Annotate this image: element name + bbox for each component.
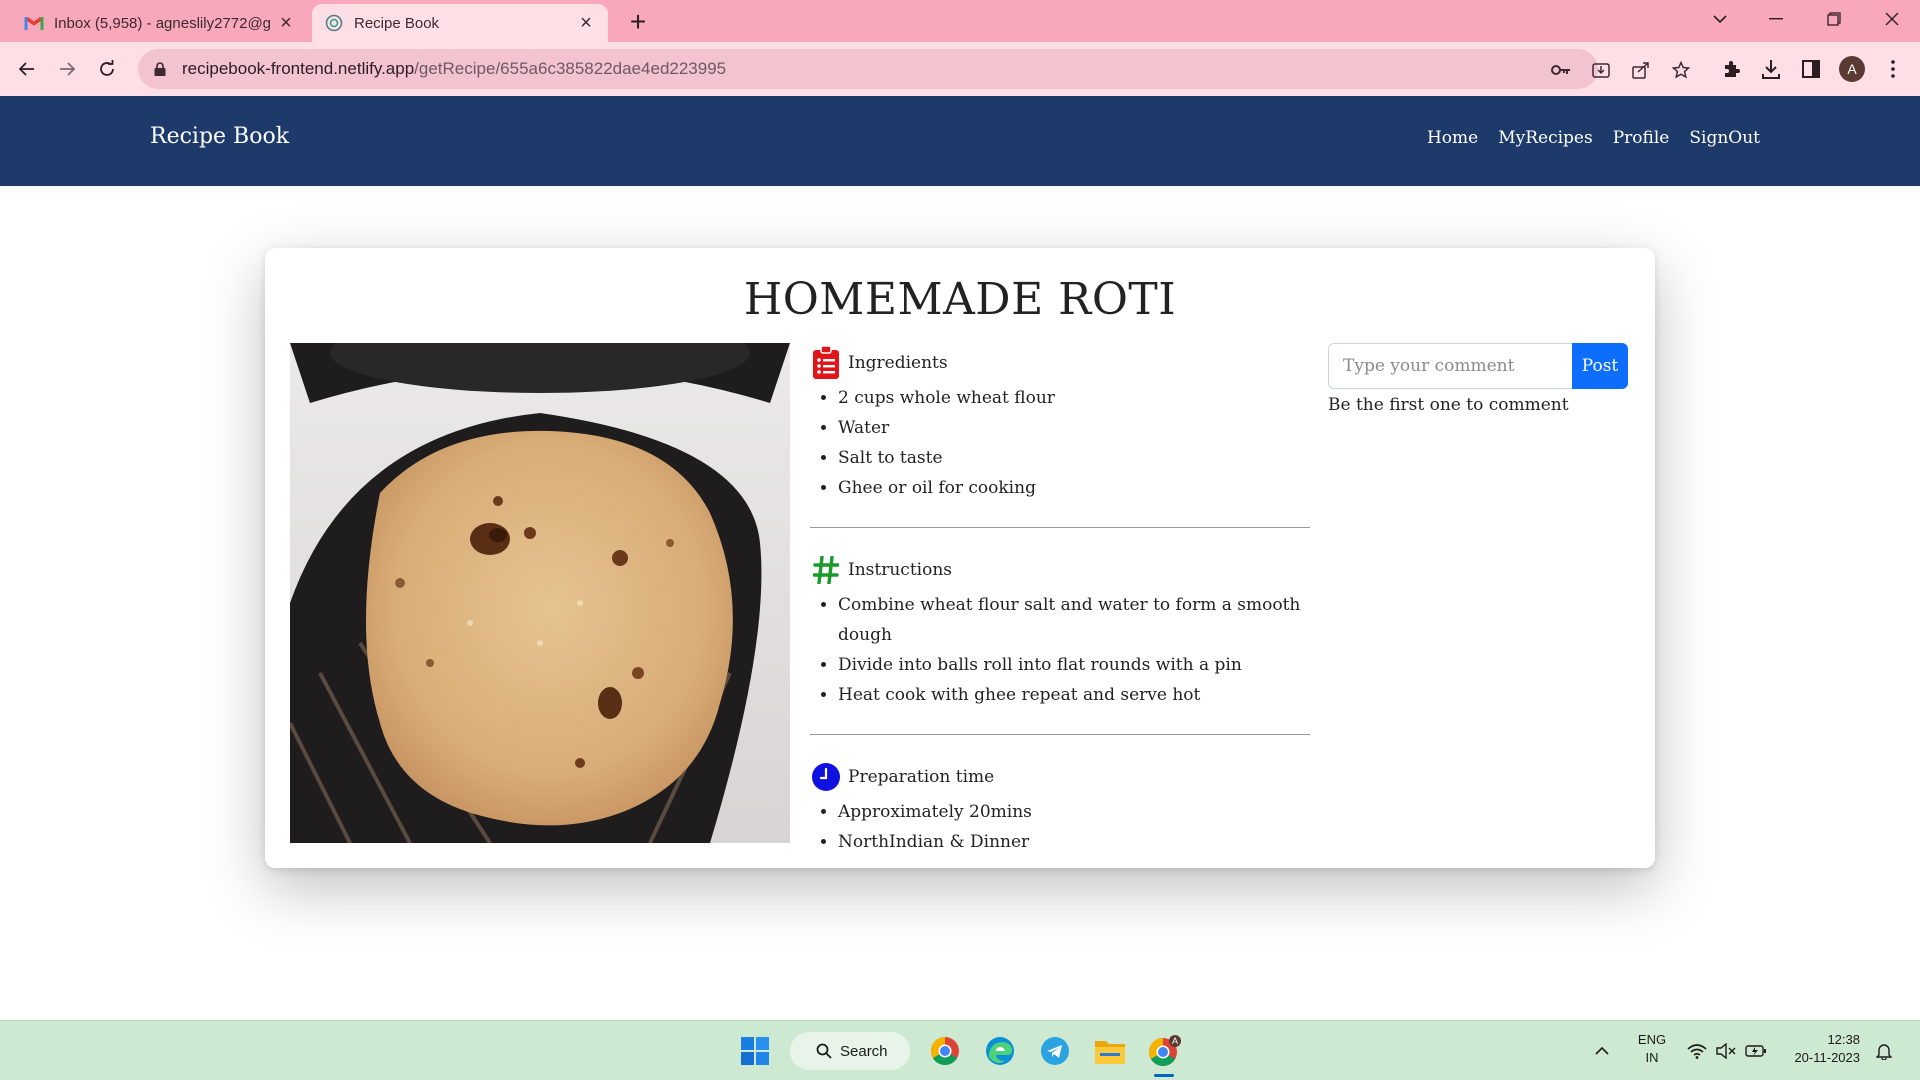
url-path: /getRecipe/655a6c385822dae4ed223995	[414, 59, 727, 78]
comment-input[interactable]	[1328, 343, 1572, 389]
forward-icon[interactable]	[50, 52, 84, 86]
lock-icon[interactable]	[154, 62, 172, 76]
clock[interactable]: 12:38 20-11-2023	[1780, 1031, 1860, 1067]
address-bar[interactable]: recipebook-frontend.netlify.app/getRecip…	[138, 49, 1690, 89]
nav-home[interactable]: Home	[1427, 128, 1478, 148]
file-explorer-icon[interactable]	[1090, 1031, 1130, 1071]
list-item: NorthIndian & Dinner	[838, 827, 1310, 857]
side-panel-icon[interactable]	[1794, 52, 1828, 86]
list-item: 2 cups whole wheat flour	[838, 383, 1310, 413]
list-item: Salt to taste	[838, 443, 1310, 473]
browser-toolbar: recipebook-frontend.netlify.app/getRecip…	[0, 42, 1920, 96]
instructions-list: Combine wheat flour salt and water to fo…	[810, 590, 1310, 710]
taskbar-search[interactable]: Search	[790, 1032, 910, 1070]
recipe-image	[290, 343, 790, 843]
battery-icon[interactable]	[1744, 1039, 1768, 1063]
brand-logo[interactable]: Recipe Book	[150, 124, 289, 149]
tab-search-chevron-icon[interactable]	[1692, 0, 1748, 38]
preparation-section: Preparation time Approximately 20mins No…	[810, 757, 1310, 857]
star-icon[interactable]	[1670, 59, 1692, 81]
site-navbar: Recipe Book Home MyRecipes Profile SignO…	[0, 96, 1920, 186]
globe-icon	[324, 13, 344, 33]
preparation-list: Approximately 20mins NorthIndian & Dinne…	[810, 797, 1310, 857]
nav-links: Home MyRecipes Profile SignOut	[1427, 128, 1760, 148]
install-app-icon[interactable]	[1590, 59, 1612, 81]
search-label: Search	[840, 1042, 888, 1060]
list-item: Approximately 20mins	[838, 797, 1310, 827]
language-indicator[interactable]: ENG IN	[1632, 1031, 1672, 1067]
svg-text:A: A	[1172, 1036, 1178, 1046]
list-item: Combine wheat flour salt and water to fo…	[838, 590, 1310, 650]
close-icon[interactable]: ×	[276, 12, 296, 34]
menu-kebab-icon[interactable]	[1876, 52, 1910, 86]
list-item: Water	[838, 413, 1310, 443]
recipe-card: HOMEMADE ROTI Ingredients • 2 cups whole…	[265, 248, 1655, 868]
extensions-icon[interactable]	[1714, 52, 1748, 86]
clock-time: 12:38	[1827, 1032, 1860, 1047]
wifi-icon[interactable]	[1685, 1039, 1709, 1063]
tab-title: Recipe Book	[354, 14, 440, 32]
close-icon[interactable]: ×	[576, 12, 596, 34]
nav-profile[interactable]: Profile	[1613, 128, 1670, 148]
back-icon[interactable]	[10, 52, 44, 86]
clock-icon	[810, 761, 842, 793]
telegram-icon[interactable]	[1035, 1031, 1075, 1071]
tab-gmail[interactable]: Inbox (5,958) - agneslily2772@g ×	[12, 4, 308, 42]
minimize-icon[interactable]	[1748, 0, 1804, 38]
tab-title: Inbox (5,958) - agneslily2772@g	[54, 14, 272, 32]
profile-avatar[interactable]: A	[1839, 56, 1865, 82]
chrome-profile-icon[interactable]: A	[1145, 1031, 1185, 1071]
search-icon	[816, 1043, 832, 1059]
chevron-up-icon[interactable]	[1590, 1039, 1614, 1063]
ingredients-section: Ingredients 2 cups whole wheat flour Wat…	[810, 343, 1310, 503]
edge-icon[interactable]	[980, 1031, 1020, 1071]
list-item: Ghee or oil for cooking	[838, 473, 1310, 503]
download-icon[interactable]	[1754, 52, 1788, 86]
instructions-section: Instructions Combine wheat flour salt an…	[810, 550, 1310, 710]
hashtag-icon	[810, 554, 842, 586]
gmail-icon	[24, 13, 44, 33]
key-icon[interactable]	[1550, 59, 1572, 81]
reload-icon[interactable]	[90, 52, 124, 86]
preparation-label: Preparation time	[848, 767, 995, 787]
comments-panel: Post Be the first one to comment	[1328, 343, 1628, 415]
instructions-label: Instructions	[848, 560, 952, 580]
list-item: Divide into balls roll into flat rounds …	[838, 650, 1310, 680]
list-item: Heat cook with ghee repeat and serve hot	[838, 680, 1310, 710]
browser-tab-strip: Inbox (5,958) - agneslily2772@g × Recipe…	[0, 0, 1920, 42]
new-tab-icon[interactable]: +	[622, 6, 654, 38]
comment-empty-text: Be the first one to comment	[1328, 395, 1569, 415]
restore-icon[interactable]	[1806, 0, 1862, 38]
chrome-icon[interactable]	[925, 1031, 965, 1071]
clipboard-list-icon	[810, 346, 842, 379]
ingredients-list: 2 cups whole wheat flour Water Salt to t…	[810, 383, 1310, 503]
speaker-muted-icon[interactable]	[1714, 1039, 1738, 1063]
nav-myrecipes[interactable]: MyRecipes	[1498, 128, 1593, 148]
recipe-title: HOMEMADE ROTI	[743, 274, 1177, 325]
windows-start-icon[interactable]	[735, 1031, 775, 1071]
taskbar: Search A ENG IN 12:38 20-11-2023	[0, 1020, 1920, 1080]
recipe-details: Ingredients 2 cups whole wheat flour Wat…	[810, 343, 1310, 857]
notification-bell-icon[interactable]	[1872, 1039, 1896, 1063]
section-divider	[810, 527, 1310, 528]
clock-date: 20-11-2023	[1794, 1050, 1860, 1065]
section-divider	[810, 734, 1310, 735]
ingredients-label: Ingredients	[848, 353, 948, 373]
nav-signout[interactable]: SignOut	[1689, 128, 1760, 148]
close-window-icon[interactable]	[1864, 0, 1920, 38]
language-line2: IN	[1645, 1050, 1659, 1065]
url-host: recipebook-frontend.netlify.app	[182, 59, 415, 78]
share-icon[interactable]	[1630, 59, 1652, 81]
post-button[interactable]: Post	[1572, 343, 1628, 389]
tab-recipe-book[interactable]: Recipe Book ×	[312, 4, 608, 42]
language-line1: ENG	[1637, 1032, 1667, 1047]
active-app-indicator	[1154, 1074, 1174, 1077]
